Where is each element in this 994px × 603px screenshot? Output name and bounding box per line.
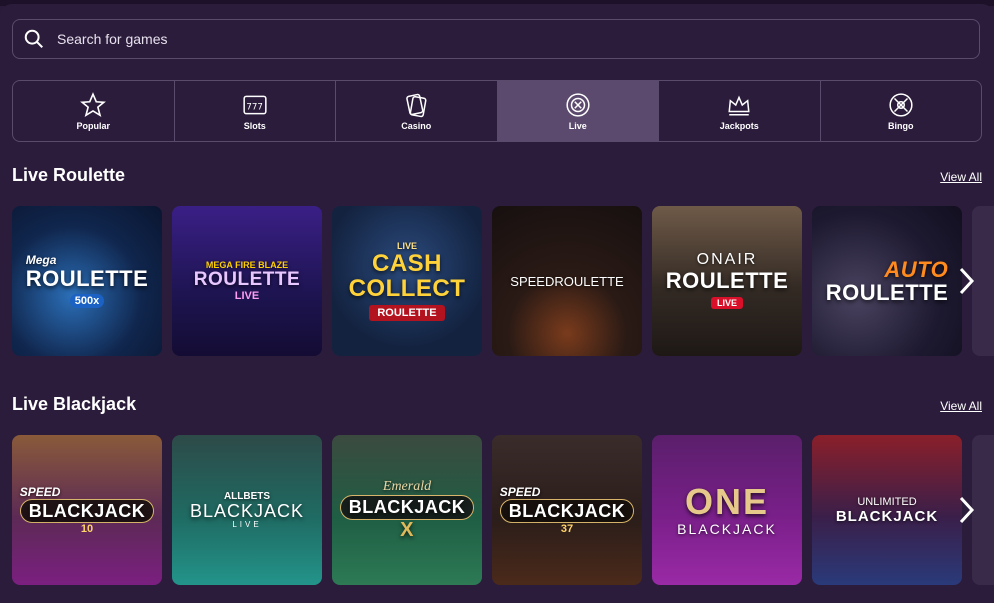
tile-main-text: BLACKJACK xyxy=(499,498,635,524)
tile-main-text: ROULETTE xyxy=(193,269,301,291)
roulette-chip-icon xyxy=(566,92,590,117)
tab-label: Popular xyxy=(76,120,110,131)
tile-main-text: CASH COLLECT xyxy=(348,249,466,302)
game-tile-allbets-blackjack[interactable]: ALLBETS BLACKJACK LIVE xyxy=(172,435,322,585)
blackjack-carousel: SPEED BLACKJACK 10 ALLBETS BLACKJACK LIV… xyxy=(12,435,994,585)
tile-top-text: ALLBETS xyxy=(223,490,271,502)
tab-label: Bingo xyxy=(888,120,914,131)
tab-casino[interactable]: Casino xyxy=(336,81,498,141)
tile-top-text: Emerald xyxy=(382,479,432,495)
game-tile-cash-collect-roulette[interactable]: LIVE CASH COLLECT ROULETTE xyxy=(332,206,482,356)
view-all-live-roulette[interactable]: View All xyxy=(940,170,982,184)
tab-label: Jackpots xyxy=(719,120,759,131)
tile-sub-text: LIVE xyxy=(234,289,260,302)
tab-popular[interactable]: Popular xyxy=(13,81,175,141)
slot-machine-icon: 777 xyxy=(243,95,267,114)
tile-top-text: Mega xyxy=(25,252,57,267)
tile-top-text: ONE xyxy=(684,481,769,523)
tile-sub-text: 500x xyxy=(69,294,105,309)
roulette-carousel: Mega ROULETTE 500x MEGA FIRE BLAZE ROULE… xyxy=(12,206,994,356)
tile-sub-text: ROULETTE xyxy=(369,305,445,322)
tab-slots[interactable]: 777 Slots xyxy=(175,81,336,141)
game-tile-emerald-blackjack-x[interactable]: Emerald BLACKJACK X xyxy=(332,435,482,585)
category-tabs: Popular 777 Slots Casino Live Jackpots B… xyxy=(12,80,982,142)
tab-bingo[interactable]: Bingo xyxy=(821,81,982,141)
tile-main-text: BLACKJACK xyxy=(19,498,155,524)
tile-top-text: SPEED xyxy=(19,484,61,499)
live-badge: LIVE xyxy=(710,296,743,309)
tab-label: Casino xyxy=(401,120,432,131)
game-tile-speed-roulette[interactable]: SPEEDROULETTE xyxy=(492,206,642,356)
tile-top-text: UNLIMITED xyxy=(857,495,917,508)
tile-main-text: ROULETTE xyxy=(665,268,789,294)
tab-jackpots[interactable]: Jackpots xyxy=(659,81,821,141)
tile-sub-text: X xyxy=(400,518,414,541)
search-icon xyxy=(24,29,43,48)
tile-sub-text: 10 xyxy=(80,523,94,536)
tab-label: Slots xyxy=(243,120,266,131)
chevron-right-icon[interactable] xyxy=(954,266,978,296)
game-tile-one-blackjack[interactable]: ONE BLACKJACK xyxy=(652,435,802,585)
section-title-live-roulette: Live Roulette xyxy=(12,165,126,185)
game-tile-speed-blackjack-10[interactable]: SPEED BLACKJACK 10 xyxy=(12,435,162,585)
view-all-live-blackjack[interactable]: View All xyxy=(940,399,982,413)
star-icon xyxy=(80,91,107,117)
tile-sub-text: 37 xyxy=(560,523,574,536)
tile-main-text: BLACKJACK xyxy=(677,520,777,537)
search-bar[interactable] xyxy=(12,19,980,59)
game-tile-mega-fire-blaze-roulette[interactable]: MEGA FIRE BLAZE ROULETTE LIVE xyxy=(172,206,322,356)
game-tile-auto-roulette[interactable]: AUTO ROULETTE xyxy=(812,206,962,356)
tile-top-text: SPEED xyxy=(499,484,541,499)
tab-label: Live xyxy=(568,120,587,131)
tile-top-text: ONAIR xyxy=(696,251,758,269)
game-tile-unlimited-blackjack[interactable]: UNLIMITED BLACKJACK xyxy=(812,435,962,585)
game-tile-onair-roulette[interactable]: ONAIR ROULETTE LIVE xyxy=(652,206,802,356)
tile-main-text: ROULETTE xyxy=(825,280,949,305)
bingo-ball-icon xyxy=(889,92,913,117)
tile-main-text: BLACKJACK xyxy=(835,507,939,525)
svg-text:777: 777 xyxy=(246,102,263,112)
tile-main-text: SPEEDROULETTE xyxy=(510,273,624,289)
tab-live[interactable]: Live xyxy=(497,81,659,141)
chevron-right-icon[interactable] xyxy=(954,495,978,525)
tile-main-text: ROULETTE xyxy=(25,265,149,291)
cards-icon xyxy=(406,93,427,117)
section-title-live-blackjack: Live Blackjack xyxy=(12,394,137,414)
game-tile-mega-roulette[interactable]: Mega ROULETTE 500x xyxy=(12,206,162,356)
tile-main-text: BLACKJACK xyxy=(189,500,305,521)
tile-top-text: AUTO xyxy=(884,256,949,282)
crown-icon xyxy=(728,94,750,116)
game-tile-speed-blackjack-37[interactable]: SPEED BLACKJACK 37 xyxy=(492,435,642,585)
search-input[interactable] xyxy=(55,30,979,48)
tile-sub-text: LIVE xyxy=(232,520,262,530)
tile-main-text: BLACKJACK xyxy=(339,495,475,520)
